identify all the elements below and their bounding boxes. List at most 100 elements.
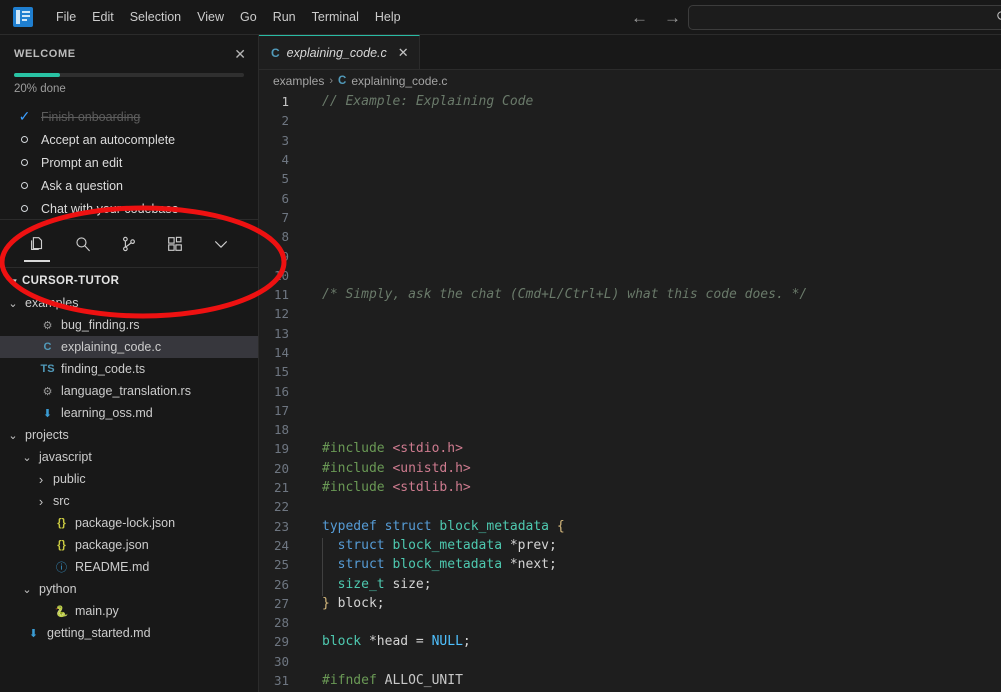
tree-item-src[interactable]: › src <box>0 490 258 512</box>
arrow-left-icon[interactable]: ← <box>631 9 648 26</box>
line-number: 9 <box>281 248 289 264</box>
code-text: #ifndef ALLOC_UNIT <box>307 673 463 688</box>
checklist-item-accept-autocomplete[interactable]: Accept an autocomplete <box>0 128 258 151</box>
line-number: 11 <box>273 287 289 303</box>
code-token: typedef <box>322 518 385 534</box>
command-search-input[interactable]: .cursor-tutor [A <box>688 5 1001 30</box>
circle-icon <box>18 159 31 166</box>
tree-item-explaining-code-c[interactable]: Cexplaining_code.c <box>0 336 258 358</box>
code-token: } <box>322 595 330 611</box>
menu-run[interactable]: Run <box>265 6 304 28</box>
tree-item-javascript[interactable]: ⌄ javascript <box>0 446 258 468</box>
welcome-header: WELCOME ✕ <box>0 35 258 61</box>
tree-item-label: package.json <box>75 538 149 552</box>
code-text: } block; <box>307 596 385 611</box>
code-text: size_t size; <box>307 576 432 596</box>
tree-item-python[interactable]: ⌄ python <box>0 578 258 600</box>
explorer-icon[interactable] <box>21 227 53 262</box>
code-line: 20 #include <unistd.h> <box>259 459 1001 478</box>
vscode-logo-icon <box>13 7 33 27</box>
menu-view[interactable]: View <box>189 6 232 28</box>
tree-item-label: projects <box>25 428 69 442</box>
breadcrumb-folder[interactable]: examples <box>273 74 324 88</box>
editor-region: C explaining_code.c ✕ examples › C expla… <box>259 35 1001 692</box>
line-number: 7 <box>281 209 289 225</box>
tree-item-learning-oss-md[interactable]: ⬇ learning_oss.md <box>0 402 258 424</box>
tree-item-finding-code-ts[interactable]: TS finding_code.ts <box>0 358 258 380</box>
line-number: 2 <box>281 113 289 129</box>
menu-go[interactable]: Go <box>232 6 265 28</box>
close-icon[interactable]: ✕ <box>234 47 246 61</box>
tree-item-label: README.md <box>75 560 150 574</box>
line-number: 13 <box>273 325 289 341</box>
tree-item-public[interactable]: › public <box>0 468 258 490</box>
tab-label: explaining_code.c <box>286 45 387 60</box>
line-number: 6 <box>281 190 289 206</box>
extensions-icon[interactable] <box>159 227 191 261</box>
navigation-arrows: ← → <box>631 0 681 35</box>
readme-file-icon: ⓘ <box>56 562 67 574</box>
code-token: <stdlib.h> <box>392 480 471 496</box>
checklist-item-finish-onboarding[interactable]: ✓ Finish onboarding <box>0 105 258 128</box>
tab-explaining-code-c[interactable]: C explaining_code.c ✕ <box>259 35 420 69</box>
code-token: block_metadata <box>439 518 557 534</box>
explorer-root-folder[interactable]: ▾ CURSOR-TUTOR <box>0 270 258 292</box>
tree-item-getting-started-md[interactable]: ⬇ getting_started.md <box>0 622 258 644</box>
menu-edit[interactable]: Edit <box>84 6 122 28</box>
code-editor[interactable]: 1// Example: Explaining Code 2 3 4 5 6 7 8 9 10 11… <box>259 92 1001 692</box>
code-token: ; <box>462 634 471 650</box>
breadcrumb-file[interactable]: explaining_code.c <box>351 74 447 88</box>
tree-item-label: language_translation.rs <box>61 384 191 398</box>
tree-item-projects[interactable]: ⌄ projects <box>0 424 258 446</box>
editor-tab-bar: C explaining_code.c ✕ <box>259 35 1001 70</box>
menu-terminal[interactable]: Terminal <box>304 6 367 28</box>
code-text: struct block_metadata *prev; <box>307 537 557 558</box>
checklist-item-ask-a-question[interactable]: Ask a question <box>0 174 258 197</box>
code-token: NULL <box>431 634 463 650</box>
menu-help[interactable]: Help <box>367 6 409 28</box>
tree-item-package-lock-json[interactable]: {} package-lock.json <box>0 512 258 534</box>
code-text: struct block_metadata *next; <box>307 557 557 577</box>
tree-item-label: main.py <box>75 604 119 618</box>
code-line: 27} block; <box>259 594 1001 613</box>
breadcrumb-separator: › <box>329 75 334 87</box>
line-number: 4 <box>281 152 289 168</box>
arrow-right-icon[interactable]: → <box>664 9 681 26</box>
tree-item-package-json[interactable]: {} package.json <box>0 534 258 556</box>
line-number: 12 <box>273 306 289 322</box>
source-control-icon[interactable] <box>113 227 145 261</box>
search-icon[interactable] <box>67 227 99 261</box>
file-explorer: ▾ CURSOR-TUTOR ⌄ examples ⚙ bug_finding.rs C… <box>0 268 258 644</box>
tree-item-label: finding_code.ts <box>61 362 146 376</box>
tree-item-examples[interactable]: ⌄ examples <box>0 292 258 314</box>
checklist-item-chat-with-codebase[interactable]: Chat with your codebase <box>0 197 258 220</box>
code-token: #include <box>322 460 393 476</box>
line-number: 22 <box>273 499 289 515</box>
code-line: 22 <box>259 497 1001 516</box>
explorer-root-label: CURSOR-TUTOR <box>22 275 120 287</box>
line-number: 15 <box>273 364 289 380</box>
code-line: 15 <box>259 362 1001 381</box>
sidebar: WELCOME ✕ 20% done ✓ Finish onboarding A… <box>0 35 259 692</box>
code-line: 5 <box>259 169 1001 188</box>
tree-item-main-py[interactable]: 🐍 main.py <box>0 600 258 622</box>
code-text: #include <stdlib.h> <box>307 480 471 495</box>
code-token: block; <box>329 595 385 611</box>
line-number: 16 <box>273 383 289 399</box>
tree-item-label: python <box>39 582 77 596</box>
chevron-down-icon[interactable] <box>205 227 237 261</box>
line-number: 1 <box>281 94 289 110</box>
tree-item-language-translation-rs[interactable]: ⚙ language_translation.rs <box>0 380 258 402</box>
line-number: 26 <box>273 576 289 592</box>
circle-icon <box>18 182 31 189</box>
checklist-item-prompt-an-edit[interactable]: Prompt an edit <box>0 151 258 174</box>
code-line: 21 #include <stdlib.h> <box>259 478 1001 497</box>
menu-file[interactable]: File <box>48 6 84 28</box>
line-number: 25 <box>273 557 289 573</box>
tree-item-bug-finding-rs[interactable]: ⚙ bug_finding.rs <box>0 314 258 336</box>
code-line: 16 <box>259 381 1001 400</box>
close-icon[interactable]: ✕ <box>398 45 409 61</box>
menu-selection[interactable]: Selection <box>122 6 189 28</box>
tree-item-readme-md[interactable]: ⓘ README.md <box>0 556 258 578</box>
line-number: 8 <box>281 229 289 245</box>
